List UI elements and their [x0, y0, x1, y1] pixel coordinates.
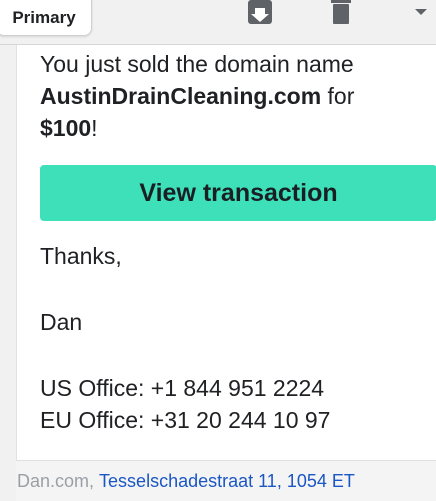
- eu-office-phone: EU Office: +31 20 244 10 97: [40, 407, 331, 433]
- footer-address-link[interactable]: Tesselschadestraat 11, 1054 ET: [99, 471, 355, 492]
- trash-icon[interactable]: [330, 0, 352, 26]
- exclamation: !: [91, 115, 98, 141]
- chevron-down-icon[interactable]: [412, 0, 430, 22]
- footer-company: Dan.com,: [17, 470, 95, 491]
- for-text: for: [321, 83, 355, 109]
- view-transaction-button[interactable]: View transaction: [40, 165, 436, 221]
- domain-line: AustinDrainCleaning.com for: [40, 81, 354, 112]
- us-office-phone: US Office: +1 844 951 2224: [40, 375, 325, 401]
- email-footer: Dan.com, Tesselschadestraat 11, 1054 ET: [16, 460, 436, 501]
- domain-name: AustinDrainCleaning.com: [40, 83, 322, 109]
- thanks-text: Thanks,: [40, 243, 122, 269]
- sale-price: $100: [40, 115, 92, 141]
- email-view: Primary You just sold the domain name Au…: [0, 0, 436, 501]
- view-transaction-label: View transaction: [139, 178, 338, 207]
- archive-icon[interactable]: [246, 0, 274, 26]
- sold-message: You just sold the domain name: [40, 51, 354, 77]
- price-line: $100!: [40, 113, 98, 144]
- signature: Dan: [40, 309, 83, 335]
- tab-primary-label: Primary: [12, 8, 76, 27]
- toolbar: Primary: [0, 0, 436, 45]
- email-body: You just sold the domain name AustinDrai…: [16, 45, 436, 460]
- tab-primary[interactable]: Primary: [0, 0, 92, 36]
